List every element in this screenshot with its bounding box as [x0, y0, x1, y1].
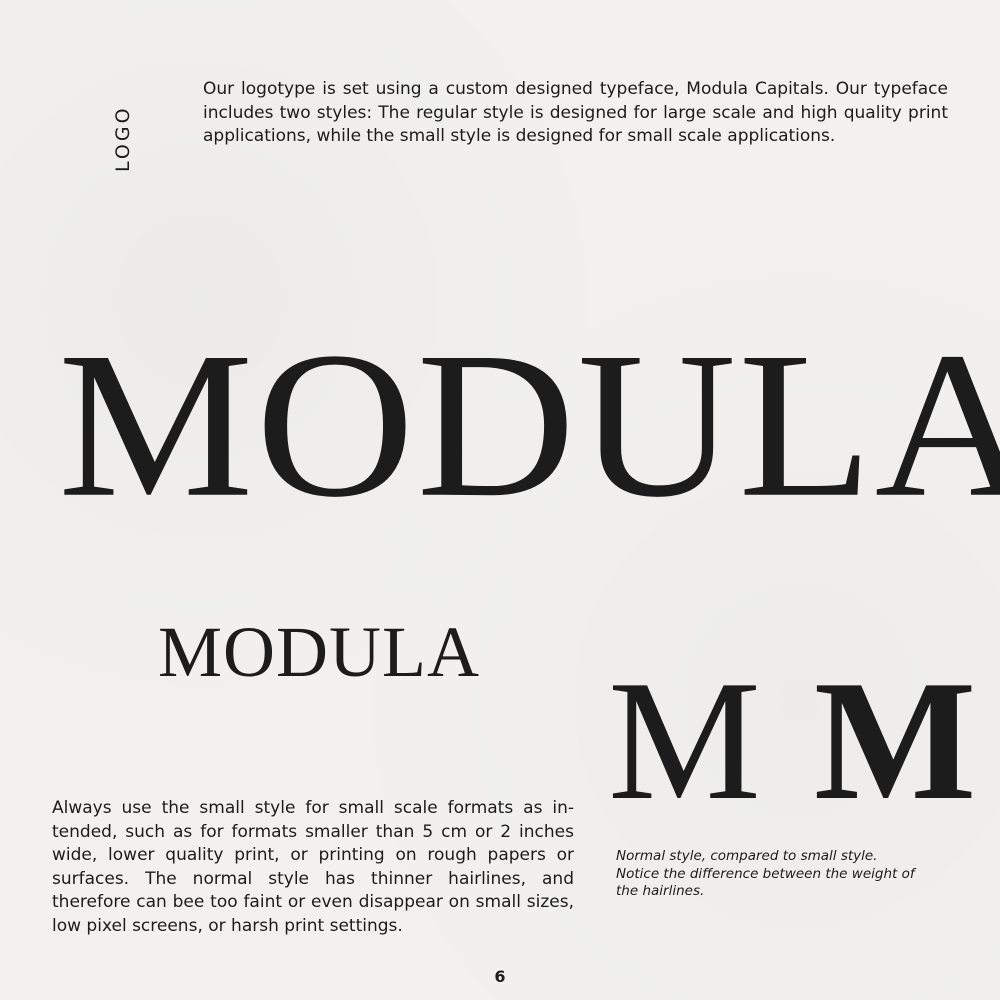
glyph-normal-style: M	[608, 646, 761, 836]
section-label-logo: LOGO	[112, 105, 134, 172]
comparison-caption: Normal style, compared to small style. N…	[616, 848, 915, 899]
wordmark-large: MODULA	[58, 308, 1000, 541]
glyph-small-style: M	[813, 646, 977, 836]
page-number: 6	[494, 967, 506, 986]
glyph-comparison: M M	[608, 655, 976, 827]
wordmark-small: MODULA	[158, 612, 480, 692]
intro-paragraph: Our logotype is set using a custom desig…	[203, 79, 948, 146]
brand-guide-page: LOGO Our logotype is set using a custom …	[0, 0, 1000, 1000]
usage-guidance-paragraph: Always use the small style for small sca…	[52, 798, 574, 936]
